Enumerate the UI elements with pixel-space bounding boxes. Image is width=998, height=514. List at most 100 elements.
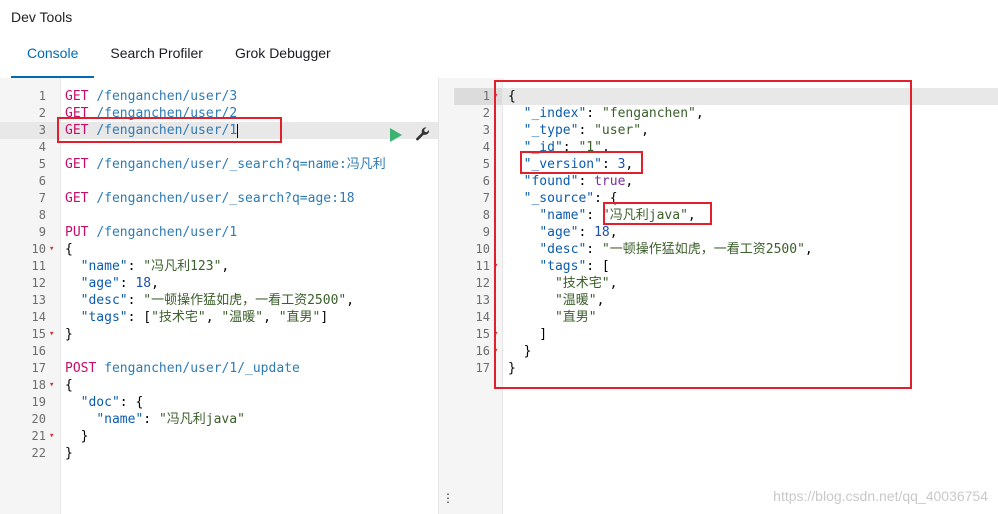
line-number: 4	[482, 140, 490, 154]
code-line[interactable]: 21 ▾ }	[0, 428, 438, 445]
code-line[interactable]: 2 GET /fenganchen/user/2	[0, 105, 438, 122]
fold-toggle-icon[interactable]: ▾	[49, 377, 54, 394]
fold-toggle-icon[interactable]: ▾	[493, 88, 499, 105]
line-number: 13	[31, 293, 46, 307]
code-line: 1 ▾ {	[454, 88, 998, 105]
line-number: 17	[475, 361, 490, 375]
code-line[interactable]: 4	[0, 139, 438, 156]
line-number: 8	[38, 208, 46, 222]
code-line: 11 ▾ "tags": [	[454, 258, 998, 275]
line-number: 12	[31, 276, 46, 290]
code-line[interactable]: 19 "doc": {	[0, 394, 438, 411]
code-text: }	[508, 344, 532, 359]
line-number: 17	[31, 361, 46, 375]
response-viewer: 1 ▾{2 "_index": "fenganchen", 3 "_type": "…	[454, 78, 998, 514]
code-text: "_source": {	[523, 191, 618, 206]
code-line: 9 "age": 18,	[454, 224, 998, 241]
code-line: 14 "直男"	[454, 309, 998, 326]
code-line[interactable]: 1 GET /fenganchen/user/3	[0, 88, 438, 105]
tab-console[interactable]: Console	[11, 36, 95, 78]
line-number: 9	[38, 225, 46, 239]
code-line[interactable]: 9 PUT /fenganchen/user/1	[0, 224, 438, 241]
fold-toggle-icon[interactable]: ▾	[49, 241, 54, 258]
code-line: 4 "_id": "1",	[454, 139, 998, 156]
line-number: 14	[31, 310, 46, 324]
code-line: 8 "name": "冯凡利java",	[454, 207, 998, 224]
line-number: 11	[31, 259, 46, 273]
line-number: 20	[31, 412, 46, 426]
code-line[interactable]: 11 "name": "冯凡利123",	[0, 258, 438, 275]
code-line[interactable]: 17 POST fenganchen/user/1/_update	[0, 360, 438, 377]
code-line[interactable]: 15 ▾}	[0, 326, 438, 343]
code-text: "found": true,	[523, 174, 634, 189]
code-line[interactable]: 20 "name": "冯凡利java"	[0, 411, 438, 428]
request-lines: 1 GET /fenganchen/user/3 2 GET /fenganchen/…	[0, 88, 438, 462]
fold-toggle-icon[interactable]: ▾	[49, 428, 54, 445]
code-text: "name": "冯凡利java",	[539, 208, 696, 223]
fold-toggle-icon[interactable]: ▾	[49, 326, 54, 343]
line-number: 5	[482, 157, 490, 171]
fold-toggle-icon[interactable]: ▾	[493, 343, 498, 360]
code-line: 15 ▾ ]	[454, 326, 998, 343]
line-number: 7	[482, 191, 490, 205]
code-text: "name": "冯凡利java"	[96, 412, 245, 427]
tab-grok-debugger[interactable]: Grok Debugger	[219, 36, 347, 78]
line-number: 3	[482, 123, 490, 137]
line-number: 15	[31, 327, 46, 341]
code-line[interactable]: 13 "desc": "一顿操作猛如虎，一看工资2500",	[0, 292, 438, 309]
code-text: "doc": {	[80, 395, 144, 410]
app-header: Dev Tools Console Search Profiler Grok D…	[0, 0, 998, 79]
code-line[interactable]: 8	[0, 207, 438, 224]
code-line[interactable]: 10 ▾ {	[0, 241, 438, 258]
code-line: 16 ▾ }	[454, 343, 998, 360]
vertical-dots-icon: ⋮	[442, 491, 454, 505]
code-text: "tags": [	[539, 259, 610, 274]
tab-search-profiler[interactable]: Search Profiler	[94, 36, 219, 78]
code-text: GET /fenganchen/user/_search?q=name:冯凡利	[65, 157, 386, 172]
line-number: 3	[38, 123, 46, 137]
code-line: 3 "_type": "user",	[454, 122, 998, 139]
request-editor[interactable]: 1 GET /fenganchen/user/3 2 GET /fenganchen/…	[0, 78, 438, 514]
line-number: 22	[31, 446, 46, 460]
app-title: Dev Tools	[11, 9, 73, 25]
wrench-icon[interactable]	[414, 125, 432, 143]
code-text: "_index": "fenganchen",	[523, 106, 704, 121]
code-line[interactable]: 18 ▾ {	[0, 377, 438, 394]
line-number: 13	[475, 293, 490, 307]
code-text: "_version": 3,	[523, 157, 634, 172]
code-line[interactable]: 12 "age": 18,	[0, 275, 438, 292]
code-text: "desc": "一顿操作猛如虎，一看工资2500",	[80, 293, 355, 308]
code-text: {	[65, 242, 73, 257]
code-line[interactable]: 16	[0, 343, 438, 360]
code-line[interactable]: 6	[0, 173, 438, 190]
line-number: 6	[482, 174, 490, 188]
line-number: 5	[38, 157, 46, 171]
code-text: {	[65, 378, 73, 393]
line-number: 21	[31, 429, 46, 443]
line-number: 2	[38, 106, 46, 120]
line-number: 15	[475, 327, 490, 341]
line-number: 16	[31, 344, 46, 358]
line-number: 8	[482, 208, 490, 222]
line-number: 14	[475, 310, 490, 324]
line-number: 1	[454, 88, 490, 105]
code-line[interactable]: 22}	[0, 445, 438, 462]
code-text: GET /fenganchen/user/2	[65, 106, 238, 121]
code-text: ]	[508, 327, 548, 342]
code-line[interactable]: 5 GET /fenganchen/user/_search?q=name:冯凡利	[0, 156, 438, 173]
line-number: 10	[475, 242, 490, 256]
code-line[interactable]: 7 GET /fenganchen/user/_search?q=age:18	[0, 190, 438, 207]
fold-toggle-icon[interactable]: ▾	[493, 326, 498, 343]
code-line[interactable]: 14 "tags": ["技术宅", "温暖", "直男"]	[0, 309, 438, 326]
code-text: "name": "冯凡利123",	[80, 259, 230, 274]
code-line: 13 "温暖",	[454, 292, 998, 309]
code-line: 12 "技术宅",	[454, 275, 998, 292]
code-line: 6 "found": true,	[454, 173, 998, 190]
code-text: }	[65, 429, 89, 444]
play-icon[interactable]	[390, 128, 402, 142]
code-line[interactable]: 3 GET /fenganchen/user/1	[0, 122, 438, 139]
code-text: "age": 18,	[80, 276, 159, 291]
fold-toggle-icon[interactable]: ▾	[493, 258, 498, 275]
code-text: POST fenganchen/user/1/_update	[65, 361, 300, 376]
line-number: 16	[475, 344, 490, 358]
